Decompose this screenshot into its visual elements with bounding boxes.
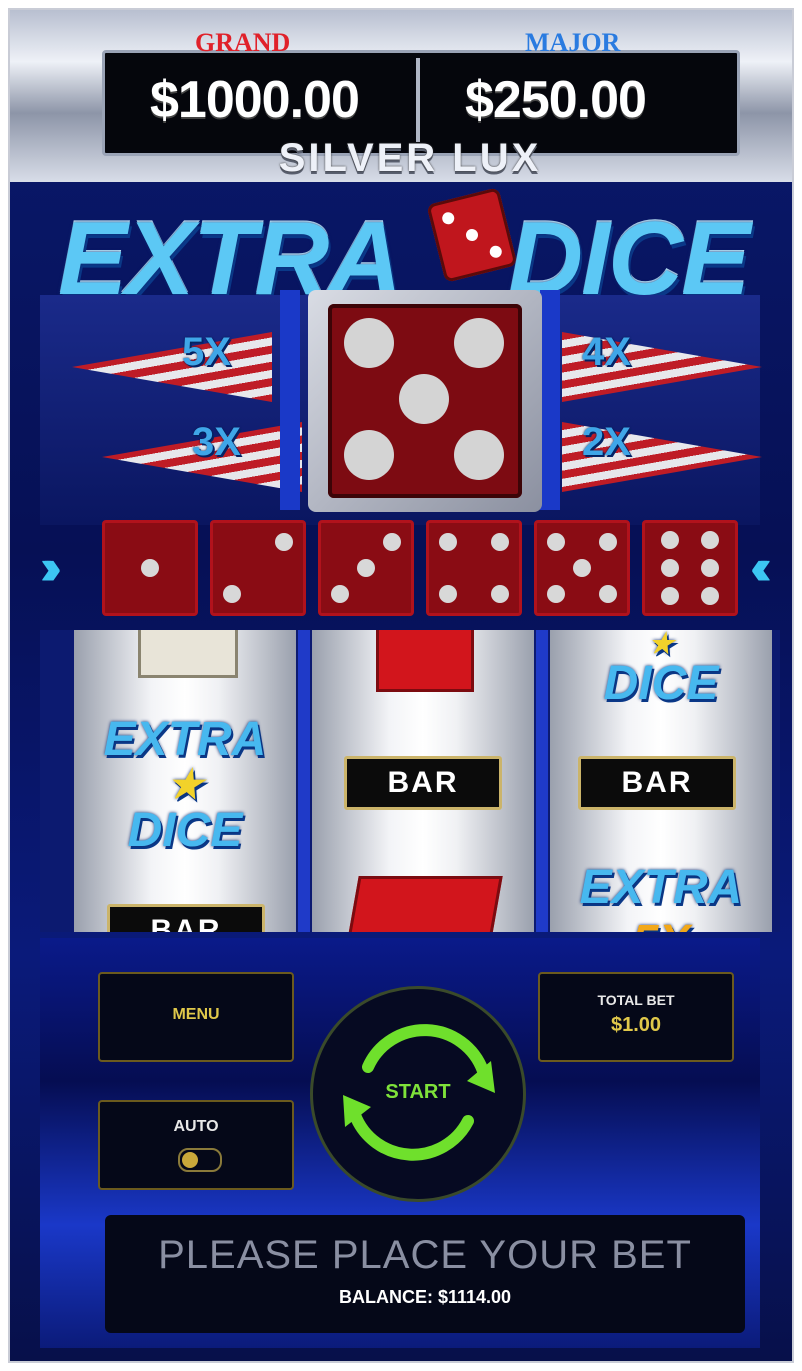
auto-button[interactable]: AUTO: [98, 1100, 294, 1190]
logo-dice-text: DICE: [127, 804, 243, 857]
jackpot-divider: [416, 58, 420, 142]
die-five: [534, 520, 630, 616]
logo-dice-text: DICE: [603, 657, 719, 710]
reels-window: EXTRA ★ DICE BAR BAR ★ DICE BAR EXTRA 5X: [40, 630, 780, 932]
menu-label: MENU: [172, 1006, 220, 1023]
bar-symbol: BAR: [344, 756, 502, 810]
pip: [344, 430, 394, 480]
grand-jackpot-label: GRAND: [195, 28, 291, 57]
title-dice-icon: [426, 187, 518, 283]
total-bet-display[interactable]: TOTAL BET $1.00: [538, 972, 734, 1062]
seven-symbol: [345, 876, 503, 932]
reel-2: BAR: [312, 630, 534, 932]
logo-extra-text: EXTRA: [579, 861, 743, 914]
pip: [344, 318, 394, 368]
die-four: [426, 520, 522, 616]
message-box: PLEASE PLACE YOUR BET BALANCE: $1114.00: [105, 1215, 745, 1333]
jackpot-header: GRAND MAJOR $1000.00 $250.00 SILVER LUX: [10, 10, 792, 182]
status-message: PLEASE PLACE YOUR BET: [158, 1233, 692, 1277]
die-face-five: [328, 304, 522, 498]
chevron-right-icon: ›››: [40, 539, 62, 595]
menu-button[interactable]: MENU: [98, 972, 294, 1062]
bar-symbol: BAR: [107, 904, 265, 932]
total-bet-label: TOTAL BET: [597, 992, 675, 1008]
die-three: [318, 520, 414, 616]
seven-symbol: [376, 630, 474, 692]
multiplier-5x: 5X: [182, 330, 231, 374]
bonus-rail-left: [280, 290, 300, 510]
pip: [399, 374, 449, 424]
pip: [454, 318, 504, 368]
auto-toggle[interactable]: [178, 1148, 222, 1172]
reel-3: ★ DICE BAR EXTRA 5X: [550, 630, 772, 932]
reel-separator: [536, 630, 548, 932]
multiplier-4x: 4X: [582, 330, 631, 374]
extra-5x-logo: EXTRA 5X: [554, 860, 768, 932]
game-frame: GRAND MAJOR $1000.00 $250.00 SILVER LUX …: [8, 8, 794, 1363]
multiplier-2x: 2X: [582, 420, 631, 464]
extra-dice-logo: EXTRA ★ DICE: [78, 712, 292, 858]
dice-logo: ★ DICE: [554, 630, 768, 711]
reel-separator: [298, 630, 310, 932]
die-six: [642, 520, 738, 616]
logo-extra-text: EXTRA: [103, 713, 267, 766]
start-label: START: [385, 1081, 451, 1103]
major-jackpot-value: $250.00: [465, 71, 647, 129]
balance-readout: BALANCE: $1114.00: [338, 1287, 512, 1307]
major-jackpot-label: MAJOR: [525, 28, 621, 57]
die-one: [102, 520, 198, 616]
chevron-left-icon: ‹‹‹: [750, 539, 772, 595]
bonus-rail-right: [540, 290, 560, 510]
multiplier-3x: 3X: [192, 420, 241, 464]
seven-symbol: [138, 630, 238, 678]
star-icon: ★: [167, 763, 203, 807]
star-icon: ★: [648, 630, 674, 659]
brand-logo: SILVER LUX: [278, 136, 542, 180]
total-bet-value: $1.00: [610, 1014, 662, 1036]
toggle-knob: [182, 1152, 198, 1168]
pip: [454, 430, 504, 480]
bar-symbol: BAR: [578, 756, 736, 810]
center-die: [308, 290, 542, 512]
dice-row: [102, 520, 742, 620]
grand-jackpot-value: $1000.00: [150, 71, 360, 129]
logo-5x-text: 5X: [554, 915, 768, 932]
die-two: [210, 520, 306, 616]
start-button[interactable]: START: [310, 986, 526, 1202]
reel-1: EXTRA ★ DICE BAR: [74, 630, 296, 932]
auto-label: AUTO: [173, 1118, 219, 1135]
